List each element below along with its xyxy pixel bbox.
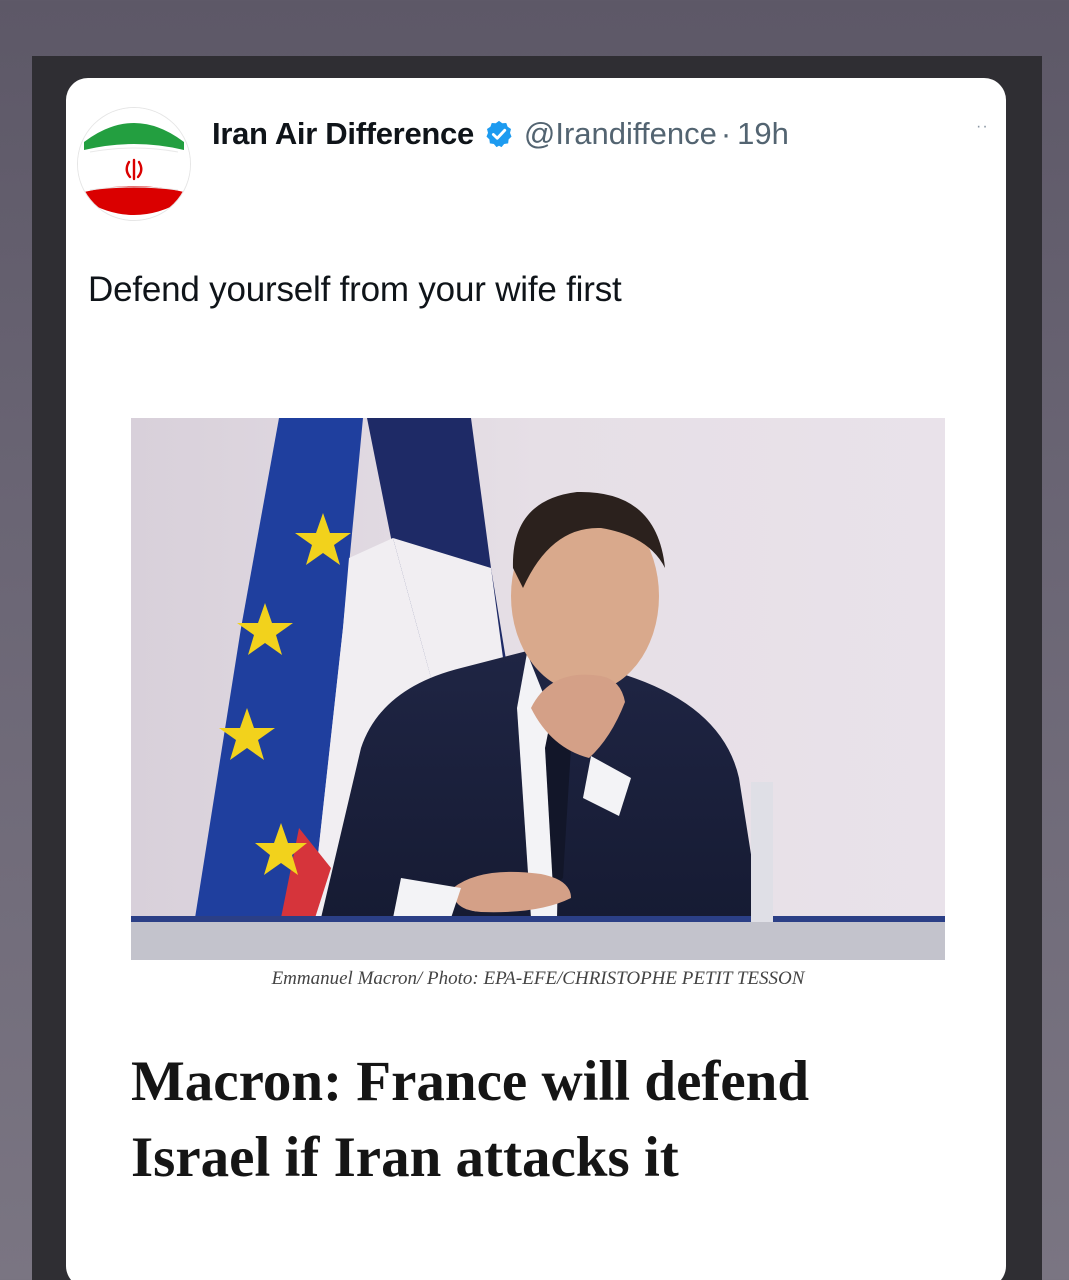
headline-line-2: Israel if Iran attacks it <box>131 1126 679 1189</box>
post-header: Iran Air Difference @Irandiffence · 19h <box>212 112 789 156</box>
iran-flag-icon <box>78 108 190 220</box>
more-icon[interactable]: ·· <box>976 118 989 136</box>
verified-badge-icon <box>486 120 512 148</box>
author-display-name[interactable]: Iran Air Difference <box>212 116 474 152</box>
photo-image <box>131 418 945 960</box>
article-photo[interactable] <box>131 418 945 960</box>
headline-line-1: Macron: France will defend <box>131 1050 810 1113</box>
post-timestamp[interactable]: 19h <box>737 116 789 152</box>
article-headline[interactable]: Macron: France will defend Israel if Ira… <box>131 1044 981 1196</box>
photo-caption: Emmanuel Macron/ Photo: EPA-EFE/CHRISTOP… <box>271 968 805 989</box>
post-text: Defend yourself from your wife first <box>88 270 622 309</box>
avatar[interactable] <box>78 108 190 220</box>
separator-dot: · <box>720 116 732 151</box>
author-handle[interactable]: @Irandiffence <box>524 116 717 152</box>
